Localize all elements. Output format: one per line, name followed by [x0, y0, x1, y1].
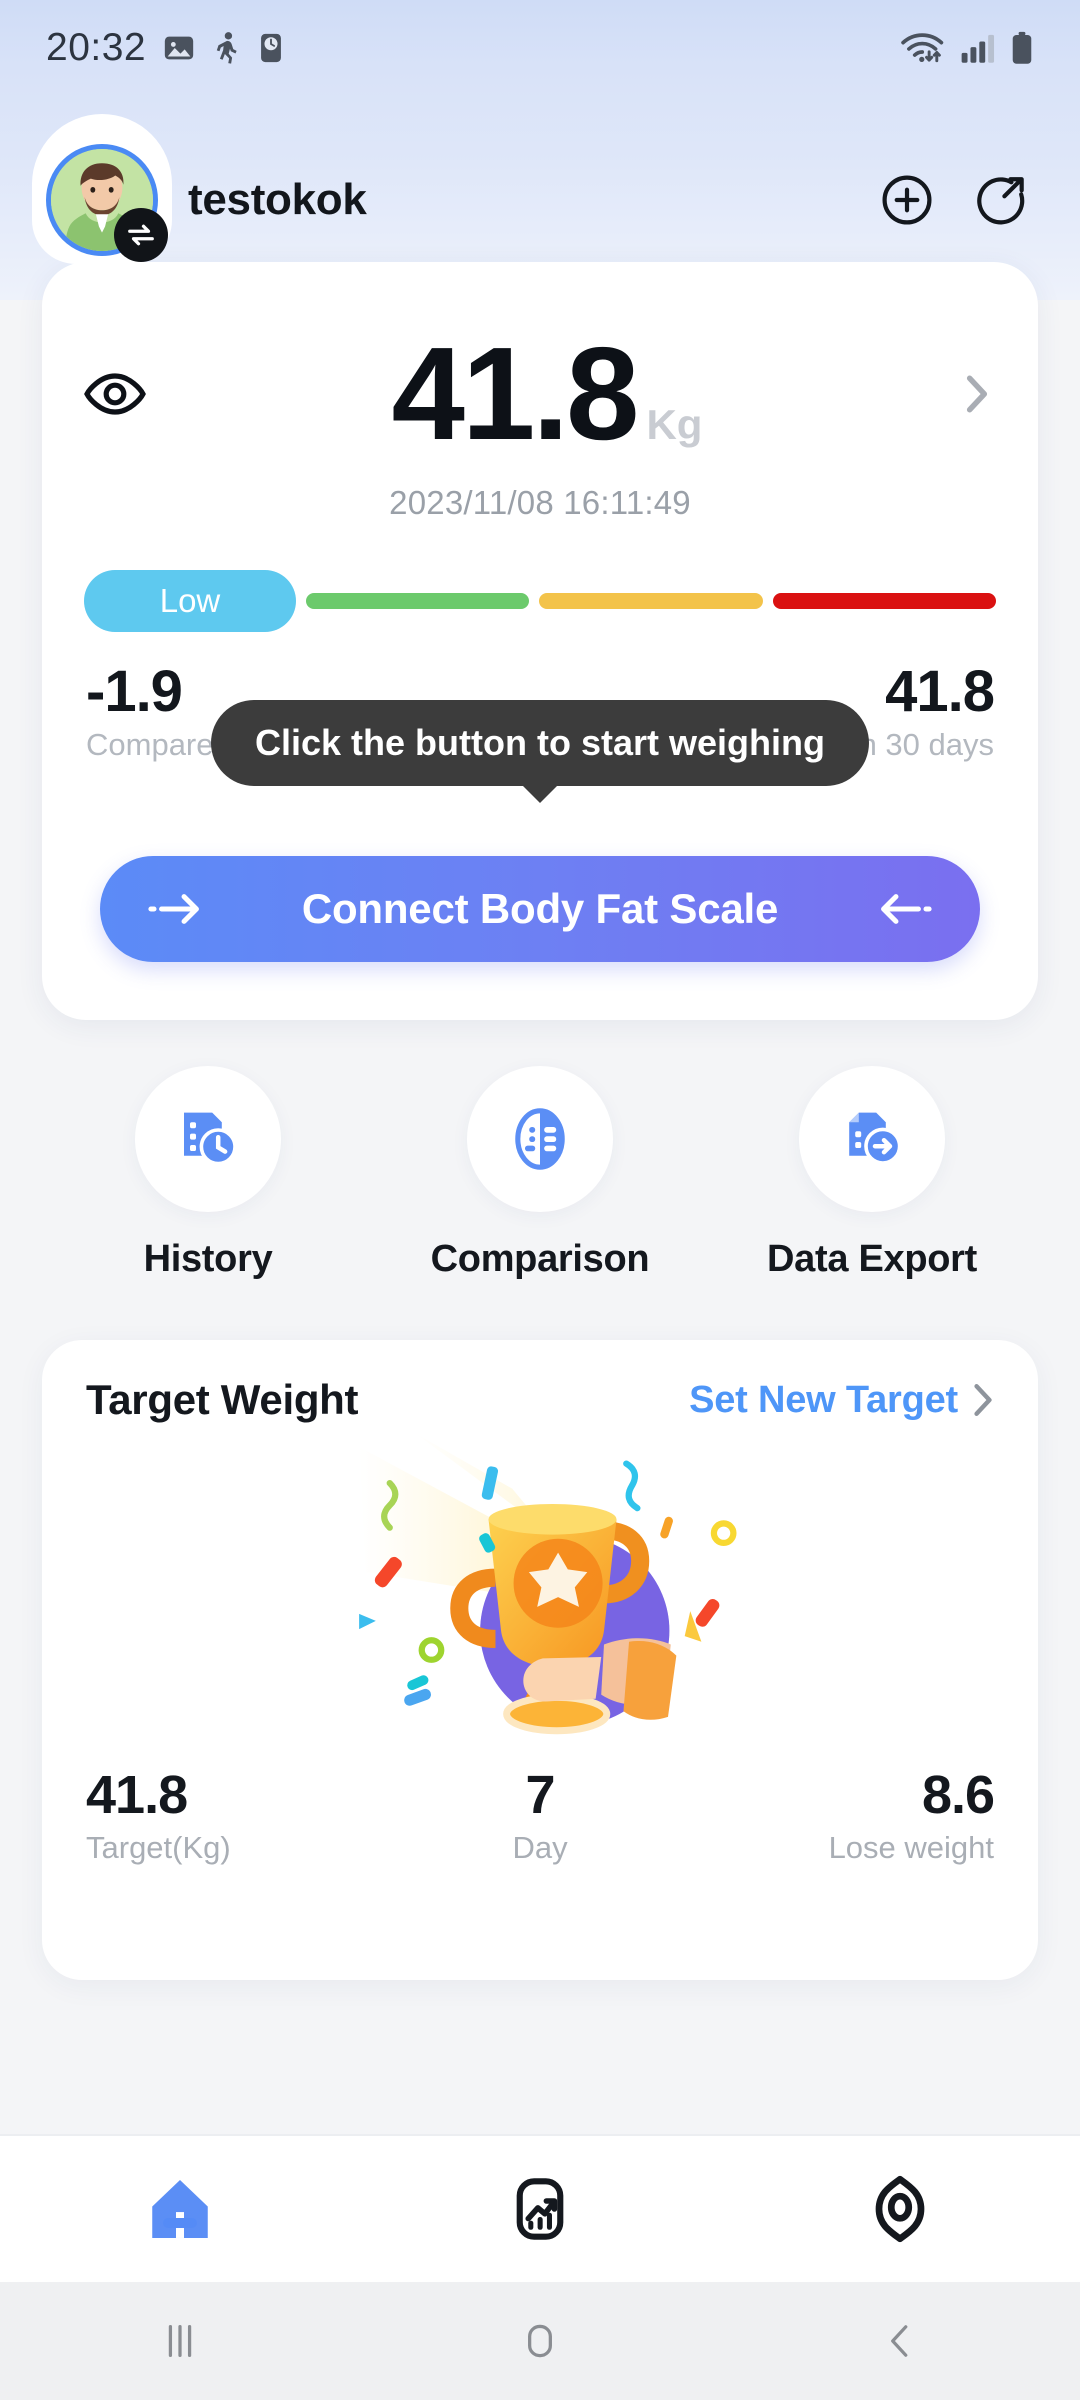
trophy-illustration-zone — [42, 1428, 1038, 1758]
status-bar-right — [900, 31, 1034, 65]
quick-action-history[interactable]: History — [42, 1066, 374, 1281]
bmi-segment-bar: Low — [84, 570, 996, 632]
target-stat-target: 41.8 Target(Kg) — [86, 1764, 389, 1866]
home-square-icon — [528, 2324, 552, 2358]
target-stat-label: Target(Kg) — [86, 1830, 231, 1865]
sysnav-recents-button[interactable] — [0, 2318, 360, 2364]
target-card-title: Target Weight — [86, 1376, 359, 1423]
weight-timestamp: 2023/11/08 16:11:49 — [389, 484, 691, 521]
home-icon — [152, 2180, 208, 2238]
target-weight-card: Target Weight Set New Target 41.8 Target… — [42, 1340, 1038, 1980]
person-walking-icon — [216, 32, 237, 64]
target-stat-value: 8.6 — [921, 1765, 995, 1825]
segment-normal[interactable] — [306, 593, 530, 609]
quick-action-icon-bg — [799, 1066, 945, 1212]
weight-row[interactable]: 41.8 Kg — [42, 262, 1038, 460]
target-stat-value: 41.8 — [86, 1765, 188, 1825]
status-bar-left: 20:32 — [46, 26, 284, 70]
share-circle-icon — [977, 177, 1025, 225]
status-bar-clock: 20:32 — [46, 26, 147, 69]
quick-actions: History Comparison Data Export — [42, 1066, 1038, 1281]
chevron-right-icon — [974, 1384, 992, 1416]
quick-action-label: Data Export — [767, 1238, 977, 1280]
add-button[interactable] — [876, 169, 938, 231]
eye-icon — [84, 373, 146, 415]
system-navigation-bar — [0, 2282, 1080, 2400]
battery-icon — [1012, 31, 1032, 64]
target-stat-label: Day — [512, 1830, 568, 1865]
weight-detail-chevron[interactable] — [952, 373, 1002, 415]
weight-value: 41.8 — [391, 320, 640, 467]
history-document-clock-icon — [184, 1112, 237, 1166]
trophy-celebration-illustration — [359, 1433, 737, 1735]
back-chevron-icon — [891, 2325, 908, 2357]
sysnav-home-button[interactable] — [360, 2318, 720, 2364]
switch-user-badge[interactable] — [114, 208, 168, 262]
nav-active-indicator — [163, 2218, 197, 2228]
share-button[interactable] — [972, 169, 1034, 231]
quick-action-data-export[interactable]: Data Export — [706, 1066, 1038, 1281]
nav-item-home[interactable] — [0, 2172, 360, 2246]
segment-obese[interactable] — [772, 593, 996, 609]
target-stat-day: 7 Day — [389, 1764, 692, 1866]
set-new-target-button[interactable]: Set New Target — [689, 1379, 994, 1422]
weighing-tooltip: Click the button to start weighing — [211, 700, 869, 803]
avatar-container[interactable] — [32, 114, 172, 264]
segment-overweight[interactable] — [539, 593, 763, 609]
weight-card: 41.8 Kg 2023/11/08 16:11:49 Low -1.9 Comp… — [42, 262, 1038, 1020]
header-actions — [876, 169, 1034, 231]
connect-scale-button[interactable]: Connect Body Fat Scale — [100, 856, 980, 962]
connect-scale-label: Connect Body Fat Scale — [301, 885, 779, 932]
target-stat-lose-weight: 8.6 Lose weight — [691, 1764, 995, 1866]
alarm-clock-icon — [261, 33, 282, 63]
target-stats-row: 41.8 Target(Kg) 7 Day 8.6 Lose weight — [42, 1764, 1038, 1866]
comparison-split-circle-icon — [515, 1108, 565, 1170]
plus-circle-icon — [882, 175, 932, 225]
signal-icon — [961, 34, 995, 63]
settings-hexagon-icon — [875, 2175, 925, 2243]
nav-item-trends[interactable] — [360, 2177, 720, 2241]
target-stat-value: 7 — [525, 1765, 555, 1825]
quick-action-icon-bg — [467, 1066, 613, 1212]
weight-unit: Kg — [646, 401, 703, 448]
arrow-left-dashed-icon — [881, 894, 932, 924]
set-new-target-label: Set New Target — [689, 1378, 958, 1421]
weight-display: 41.8 Kg — [142, 328, 952, 460]
target-stat-label: Lose weight — [828, 1830, 995, 1865]
switch-user-icon — [128, 224, 154, 246]
nav-item-settings[interactable] — [720, 2174, 1080, 2244]
arrow-right-dashed-icon — [148, 894, 199, 924]
profile-header: testokok — [0, 114, 1080, 264]
chart-trend-icon — [516, 2178, 564, 2240]
image-icon — [164, 36, 194, 60]
sysnav-back-button[interactable] — [720, 2318, 1080, 2364]
quick-action-icon-bg — [135, 1066, 281, 1212]
tooltip-text: Click the button to start weighing — [255, 722, 825, 763]
segment-low[interactable]: Low — [84, 570, 296, 632]
phone-screen: 20:32 testokok 41.8 Kg 2023/11/08 16:11:… — [0, 0, 1080, 2400]
target-card-header: Target Weight Set New Target — [42, 1340, 1038, 1424]
username: testokok — [188, 175, 367, 224]
data-export-document-arrow-icon — [849, 1112, 902, 1165]
quick-action-label: Comparison — [430, 1238, 650, 1280]
wifi-icon — [901, 33, 944, 63]
tooltip-arrow — [522, 785, 558, 803]
quick-action-comparison[interactable]: Comparison — [374, 1066, 706, 1281]
chevron-right-icon — [966, 375, 988, 413]
visibility-toggle[interactable] — [78, 372, 152, 416]
recents-icon — [168, 2324, 192, 2358]
bottom-navigation — [0, 2134, 1080, 2282]
quick-action-label: History — [143, 1238, 273, 1280]
status-bar: 20:32 — [0, 0, 1080, 96]
